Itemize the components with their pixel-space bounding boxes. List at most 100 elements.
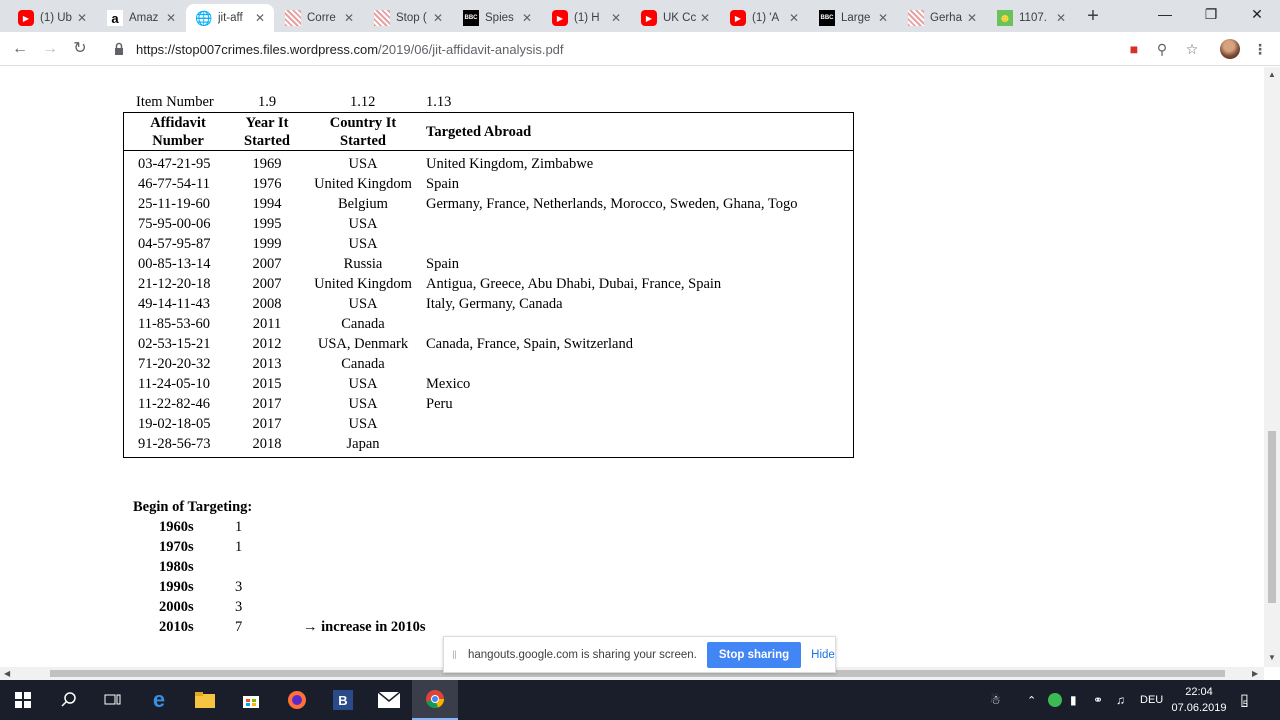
store-bag-icon — [243, 696, 259, 708]
tab-close-icon[interactable]: ✕ — [875, 11, 891, 25]
begin-of-targeting-title: Begin of Targeting: — [133, 499, 253, 515]
browser-tab[interactable]: ▶ (1) 'A ✕ — [720, 4, 808, 32]
tab-close-icon[interactable]: ✕ — [1053, 11, 1069, 25]
chrome-taskbar-button[interactable] — [412, 680, 458, 720]
cell-year-started: 2012 — [252, 336, 282, 352]
network-icon[interactable]: ⚭ — [1093, 680, 1103, 720]
tab-close-icon[interactable]: ✕ — [163, 11, 179, 25]
vertical-scrollbar[interactable]: ▲ ▼ — [1264, 67, 1280, 667]
clock[interactable]: 22:04 07.06.2019 — [1166, 684, 1232, 716]
address-bar[interactable]: https://stop007crimes.files.wordpress.co… — [104, 36, 1114, 62]
mail-envelope-icon — [378, 692, 400, 708]
cell-country-started: Japan — [346, 436, 380, 452]
clock-time: 22:04 — [1185, 686, 1213, 698]
cell-year-started: 2008 — [252, 296, 282, 312]
browser-tab[interactable]: Corre ✕ — [275, 4, 363, 32]
header-affidavit-line1: Affidavit — [150, 115, 206, 131]
header-targeted-abroad: Targeted Abroad — [426, 124, 532, 140]
profile-avatar[interactable] — [1220, 39, 1240, 59]
mail-taskbar-button[interactable] — [366, 680, 412, 720]
tab-close-icon[interactable]: ✕ — [252, 11, 268, 25]
search-button[interactable] — [46, 680, 92, 720]
security-check-icon[interactable] — [1048, 680, 1062, 720]
back-button[interactable]: ← — [8, 37, 32, 61]
tab-close-icon[interactable]: ✕ — [74, 11, 90, 25]
browser-tab[interactable]: BBC Spies ✕ — [453, 4, 541, 32]
cell-country-started: USA — [348, 156, 378, 172]
vertical-scroll-thumb[interactable] — [1268, 431, 1276, 603]
zoom-icon[interactable]: ⚲ — [1152, 39, 1172, 59]
task-view-button[interactable] — [90, 680, 136, 720]
browser-tab[interactable]: ☻ 1107. ✕ — [987, 4, 1075, 32]
blocked-popup-icon[interactable]: ■ — [1124, 39, 1144, 59]
language-indicator[interactable]: DEU — [1140, 680, 1163, 720]
bookmark-star-icon[interactable]: ☆ — [1182, 39, 1202, 59]
browser-tab[interactable]: Gerha ✕ — [898, 4, 986, 32]
tab-close-icon[interactable]: ✕ — [519, 11, 535, 25]
action-center-button[interactable]: ▯ 5 — [1240, 680, 1249, 720]
globe-icon: 🌐 — [195, 9, 213, 26]
battery-icon[interactable]: ▮ — [1070, 680, 1077, 720]
scroll-right-arrow-icon[interactable]: ▶ — [1252, 667, 1258, 680]
cell-year-started: 2007 — [252, 256, 282, 272]
restore-button[interactable]: ❐ — [1188, 0, 1234, 30]
tab-close-icon[interactable]: ✕ — [341, 11, 357, 25]
scroll-down-arrow-icon[interactable]: ▼ — [1264, 653, 1280, 662]
tab-close-icon[interactable]: ✕ — [430, 11, 446, 25]
cell-targeted-abroad: Mexico — [426, 376, 471, 392]
tab-close-icon[interactable]: ✕ — [786, 11, 802, 25]
cell-affidavit-number: 21-12-20-18 — [138, 276, 211, 292]
cell-affidavit-number: 11-85-53-60 — [138, 316, 210, 332]
edge-taskbar-button[interactable]: e — [136, 680, 182, 720]
people-icon[interactable]: ☃ — [990, 680, 1001, 720]
youtube-icon: ▶ — [552, 10, 568, 26]
close-window-button[interactable]: ✕ — [1234, 0, 1280, 30]
scroll-left-arrow-icon[interactable]: ◀ — [4, 667, 10, 680]
browser-tab[interactable]: 🌐 jit-aff ✕ — [186, 4, 274, 32]
firefox-taskbar-button[interactable] — [274, 680, 320, 720]
decade-label: 1970s — [159, 539, 194, 555]
tab-close-icon[interactable]: ✕ — [608, 11, 624, 25]
windows-start-button[interactable] — [0, 680, 46, 720]
new-tab-button[interactable]: + — [1083, 4, 1103, 28]
cell-affidavit-number: 46-77-54-11 — [138, 176, 210, 192]
show-hidden-icons-chevron-icon[interactable]: ⌃ — [1027, 680, 1036, 720]
volume-icon[interactable]: ♫ — [1116, 680, 1125, 720]
file-explorer-taskbar-button[interactable] — [182, 680, 228, 720]
header-country-started: Country It Started — [308, 114, 418, 150]
browser-tab[interactable]: ▶ (1) Üb ✕ — [8, 4, 96, 32]
item-number-1: 1.9 — [258, 94, 277, 110]
tab-title: Large — [841, 12, 871, 24]
cell-country-started: Belgium — [338, 196, 388, 212]
wordpress-icon — [908, 10, 924, 26]
cell-targeted-abroad: Spain — [426, 176, 460, 192]
header-affidavit-line2: Number — [152, 133, 204, 149]
b-app-taskbar-button[interactable]: B — [320, 680, 366, 720]
url-path: /2019/06/jit-affidavit-analysis.pdf — [378, 41, 564, 57]
url-text: https://stop007crimes.files.wordpress.co… — [136, 42, 564, 57]
header-year-line1: Year It — [245, 115, 289, 131]
browser-tab[interactable]: ▶ UK Cc ✕ — [631, 4, 719, 32]
drag-handle-icon[interactable]: ‖ — [452, 648, 462, 662]
browser-tab[interactable]: BBC Large ✕ — [809, 4, 897, 32]
decade-label: 2010s — [159, 619, 194, 635]
browser-tab[interactable]: Stop (✕ — [364, 4, 452, 32]
stop-sharing-button[interactable]: Stop sharing — [706, 641, 802, 668]
tab-close-icon[interactable]: ✕ — [964, 11, 980, 25]
forward-button[interactable]: → — [38, 37, 62, 61]
tab-title: jit-aff — [218, 12, 243, 24]
minimize-button[interactable]: — — [1142, 0, 1188, 30]
cell-year-started: 2015 — [252, 376, 282, 392]
browser-tab[interactable]: ▶ (1) H ✕ — [542, 4, 630, 32]
tab-close-icon[interactable]: ✕ — [697, 11, 713, 25]
decade-count: 7 — [235, 619, 243, 635]
smiley-icon: ☻ — [997, 10, 1013, 26]
browser-tab[interactable]: a Amaz ✕ — [97, 4, 185, 32]
menu-kebab-icon[interactable]: ⋮ — [1250, 39, 1270, 59]
reload-button[interactable]: ↻ — [68, 37, 92, 61]
cell-affidavit-number: 91-28-56-73 — [138, 436, 211, 452]
hide-button[interactable]: Hide — [811, 649, 835, 661]
store-taskbar-button[interactable] — [228, 680, 274, 720]
firefox-icon — [288, 691, 306, 709]
scroll-up-arrow-icon[interactable]: ▲ — [1264, 70, 1280, 79]
